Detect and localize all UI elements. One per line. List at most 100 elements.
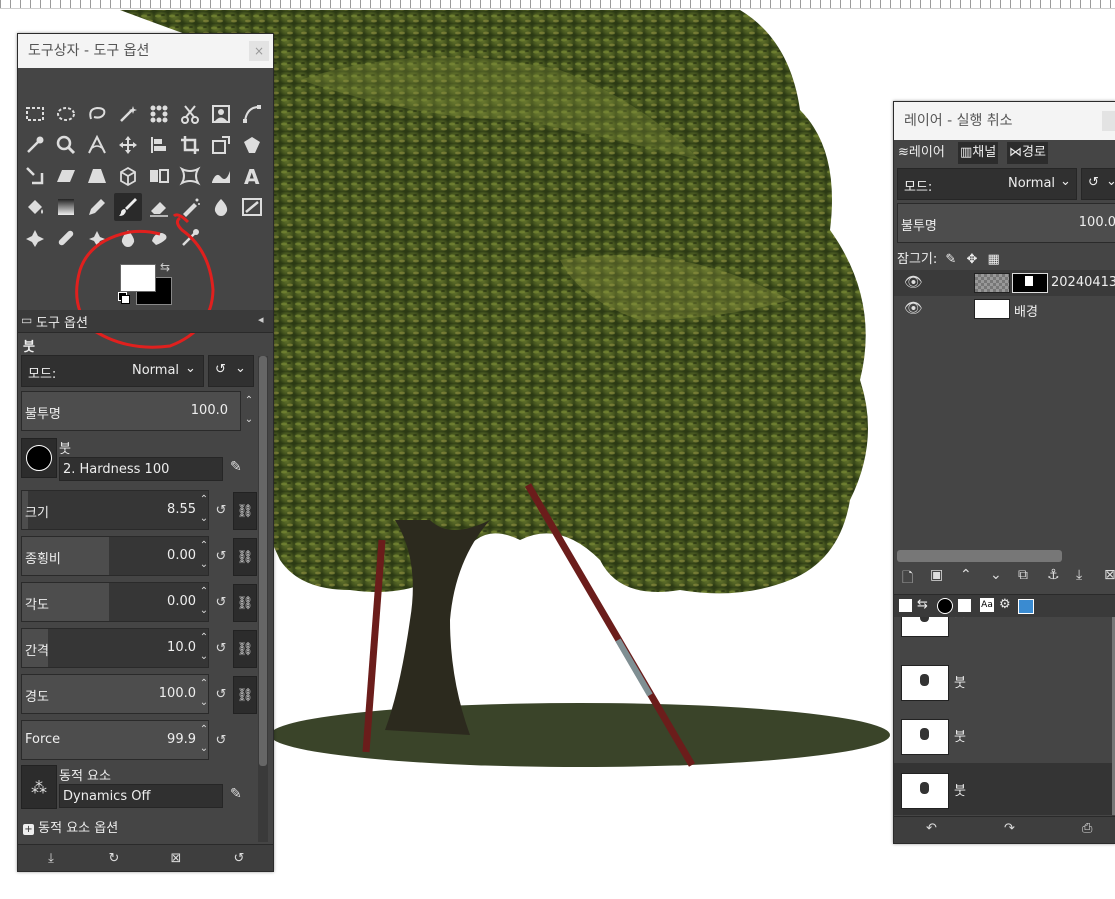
paths-icon[interactable]: [238, 100, 266, 128]
3d-transform-icon[interactable]: [114, 162, 142, 190]
slider-spin[interactable]: ⌃ ⌄: [198, 720, 210, 760]
layer-list-scrollbar[interactable]: [897, 550, 1062, 562]
edit-brush-icon[interactable]: ✎: [230, 459, 242, 475]
layer-opacity-slider[interactable]: 불투명 100.0: [897, 203, 1115, 243]
move-icon[interactable]: [114, 131, 142, 159]
patterns-tab-icon[interactable]: [958, 599, 971, 612]
layer-row[interactable]: 👁 20240413: [894, 270, 1115, 296]
slider-5[interactable]: Force 99.9: [21, 720, 209, 760]
slider-2[interactable]: 각도 0.00: [21, 582, 209, 622]
anchor-layer-icon[interactable]: ⚓: [1047, 567, 1060, 583]
handle-transform-icon[interactable]: [21, 162, 49, 190]
slider-4[interactable]: 경도 100.0: [21, 674, 209, 714]
crop-icon[interactable]: [176, 131, 204, 159]
new-layer-icon[interactable]: 🗋: [902, 567, 913, 591]
brush-selector[interactable]: 2. Hardness 100: [59, 457, 223, 481]
shear-icon[interactable]: [52, 162, 80, 190]
raise-layer-icon[interactable]: ⌃: [960, 567, 972, 583]
measure-icon[interactable]: [83, 131, 111, 159]
reset-icon[interactable]: ↺: [212, 639, 230, 657]
delete-layer-icon[interactable]: ⊠: [1104, 567, 1115, 583]
undo-item[interactable]: 붓: [899, 709, 1111, 761]
layers-titlebar[interactable]: 레이어 - 실행 취소: [894, 102, 1115, 140]
foreground-select-icon[interactable]: [207, 100, 235, 128]
link-chain-icon[interactable]: ⛓: [233, 584, 257, 622]
warp-icon[interactable]: [207, 162, 235, 190]
images-tab-icon[interactable]: [1018, 599, 1034, 614]
clear-history-icon[interactable]: ⎙: [1082, 821, 1092, 836]
fonts-tab-icon[interactable]: Aa: [980, 598, 994, 612]
tab-channels[interactable]: ▥채널: [958, 142, 999, 164]
slider-spin[interactable]: ⌃ ⌄: [198, 674, 210, 714]
undo-item[interactable]: 붓: [899, 655, 1111, 707]
zoom-icon[interactable]: [52, 131, 80, 159]
mypaint-brush-icon[interactable]: [238, 193, 266, 221]
delete-options-icon[interactable]: ⊠: [165, 847, 187, 869]
merge-layer-icon[interactable]: ⤓: [1076, 567, 1082, 583]
fuzzy-select-icon[interactable]: [114, 100, 142, 128]
reset-options-icon[interactable]: ↺: [228, 847, 250, 869]
edit-dynamics-icon[interactable]: ✎: [230, 786, 242, 802]
reset-icon[interactable]: ↺: [212, 731, 230, 749]
bucket-fill-icon[interactable]: [21, 193, 49, 221]
lasso-icon[interactable]: [83, 100, 111, 128]
tool-options-tab[interactable]: 도구 옵션: [36, 312, 88, 331]
tab-layers[interactable]: ≋레이어: [896, 142, 947, 164]
slider-spin[interactable]: ⌃ ⌄: [198, 536, 210, 576]
scissors-icon[interactable]: [176, 100, 204, 128]
text-icon[interactable]: A: [238, 162, 266, 190]
unified-transform-icon[interactable]: [207, 131, 235, 159]
toolbox-titlebar[interactable]: 도구상자 - 도구 옵션 ×: [18, 34, 273, 68]
reset-icon[interactable]: ↺: [212, 593, 230, 611]
mode-reset-combo[interactable]: ↺ ⌄: [208, 355, 254, 387]
link-chain-icon[interactable]: ⛓: [233, 630, 257, 668]
dynamics-selector[interactable]: Dynamics Off: [59, 784, 223, 808]
reset-icon[interactable]: ↺: [212, 501, 230, 519]
lock-alpha-icon[interactable]: ▦: [988, 252, 1000, 267]
save-options-icon[interactable]: ⤓: [40, 847, 62, 869]
slider-spin[interactable]: ⌃ ⌄: [198, 490, 210, 530]
reset-icon[interactable]: ↺: [212, 685, 230, 703]
dynamics-preview[interactable]: ⁂: [21, 765, 57, 809]
duplicate-layer-icon[interactable]: ⧉: [1018, 567, 1028, 583]
dynamics-options-expander[interactable]: + 동적 요소 옵션: [23, 817, 118, 836]
undo-item[interactable]: 붓: [899, 617, 1111, 645]
layers-close-button[interactable]: [1102, 111, 1115, 131]
slider-spin[interactable]: ⌃ ⌄: [198, 628, 210, 668]
layer-mode-reset-combo[interactable]: ↺ ⌄: [1081, 168, 1115, 200]
layer-mode-combo[interactable]: 모드: Normal ⌄: [897, 168, 1077, 200]
undo-icon[interactable]: ↶: [926, 821, 937, 836]
options-scrollbar[interactable]: [258, 356, 268, 842]
reset-icon[interactable]: ↺: [212, 547, 230, 565]
opacity-slider[interactable]: 불투명 100.0: [21, 391, 241, 431]
link-chain-icon[interactable]: ⛓: [233, 492, 257, 530]
flip-icon[interactable]: [145, 162, 173, 190]
new-layer-group-icon[interactable]: ▣: [930, 567, 943, 583]
eye-icon[interactable]: 👁: [904, 273, 923, 291]
align-icon[interactable]: [145, 131, 173, 159]
perspective-icon[interactable]: [83, 162, 111, 190]
lock-position-icon[interactable]: ✥: [966, 252, 977, 267]
layer-row[interactable]: 👁 배경: [894, 296, 1115, 322]
redo-icon[interactable]: ↷: [1004, 821, 1015, 836]
eye-icon[interactable]: 👁: [904, 299, 923, 317]
slider-1[interactable]: 종횡비 0.00: [21, 536, 209, 576]
undo-tab-ptr-icon[interactable]: [899, 599, 912, 612]
brush-preview[interactable]: [21, 438, 57, 478]
undo-history-tab-icon[interactable]: ⇆: [917, 597, 928, 612]
lock-pixels-icon[interactable]: ✎: [945, 252, 956, 267]
link-chain-icon[interactable]: ⛓: [233, 538, 257, 576]
select-by-color-icon[interactable]: [145, 100, 173, 128]
restore-options-icon[interactable]: ↻: [103, 847, 125, 869]
rect-select-icon[interactable]: [21, 100, 49, 128]
tab-paths[interactable]: ⋈경로: [1007, 142, 1048, 164]
brushes-tab-icon[interactable]: [937, 598, 953, 614]
undo-item[interactable]: 붓: [894, 763, 1112, 815]
lower-layer-icon[interactable]: ⌄: [990, 567, 1002, 583]
tab-menu-icon[interactable]: ◂: [258, 313, 264, 326]
link-chain-icon[interactable]: ⛓: [233, 676, 257, 714]
slider-0[interactable]: 크기 8.55: [21, 490, 209, 530]
options-scrollbar-thumb[interactable]: [259, 356, 267, 766]
color-picker-icon[interactable]: [21, 131, 49, 159]
slider-spin[interactable]: ⌃ ⌄: [198, 582, 210, 622]
